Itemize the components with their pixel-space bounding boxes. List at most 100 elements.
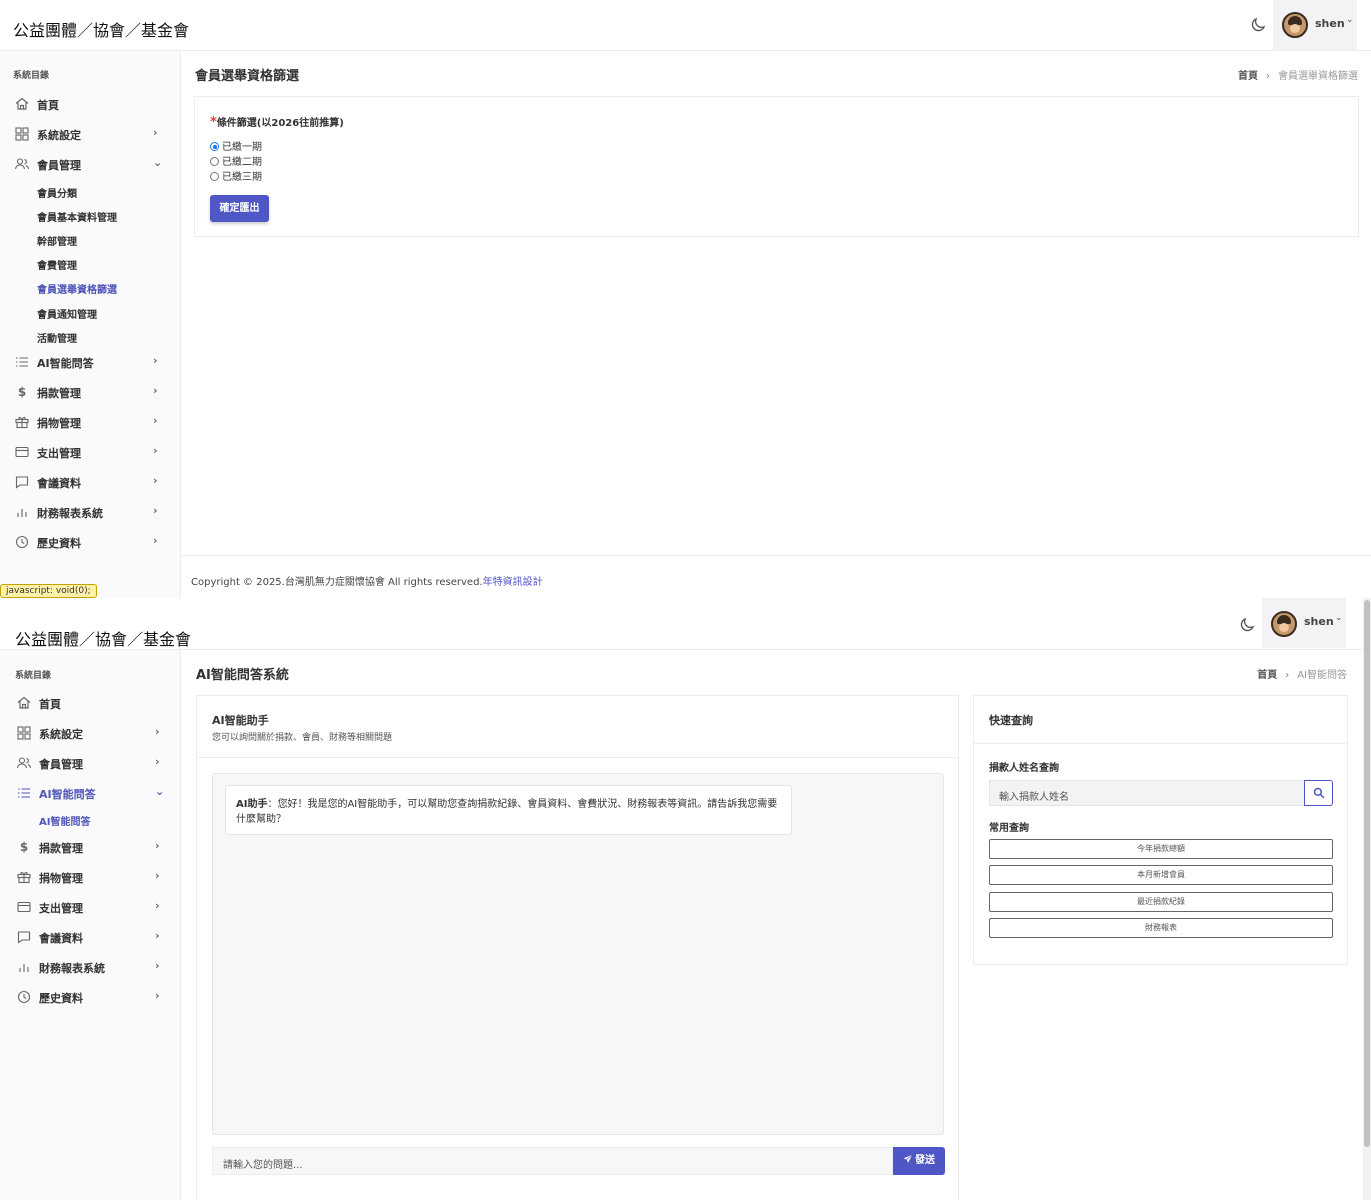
dark-mode-moon-icon[interactable] [1238, 616, 1256, 634]
chat-input[interactable]: 請輸入您的問題... [212, 1147, 893, 1175]
sidebar-item-expenses[interactable]: 支出管理 › [0, 895, 180, 919]
designer-link[interactable]: 年特資訊設計 [483, 577, 543, 588]
filter-card: *條件篩選(以2026往前推算) 已繳一期 已繳二期 已繳三期 確定匯出 [194, 96, 1359, 237]
radio-button-checked[interactable] [210, 142, 219, 151]
avatar [1282, 12, 1308, 38]
screen-member-election-filter: 公益團體／協會／基金會 shen ⌄ 系統目錄 首頁 系統設定 › 會員管理 ⌄… [0, 0, 1371, 598]
chat-message-area[interactable]: AI助手：您好！我是您的AI智能助手，可以幫助您查詢捐款紀錄、會員資料、會費狀況… [212, 773, 944, 1135]
card-icon [15, 446, 29, 458]
sidebar-item-label: 財務報表系統 [39, 962, 105, 975]
gift-icon [15, 416, 29, 429]
user-menu[interactable]: shen ⌄ [1262, 598, 1346, 648]
submenu-election-filter[interactable]: 會員選舉資格篩選 [37, 281, 117, 296]
breadcrumb-home[interactable]: 首頁 [1238, 71, 1258, 82]
user-menu[interactable]: shen ⌄ [1273, 0, 1357, 50]
quick-query-title: 快速查詢 [989, 714, 1033, 727]
breadcrumb-home[interactable]: 首頁 [1257, 670, 1277, 681]
grid-icon [17, 726, 31, 740]
breadcrumb-current: 會員選舉資格篩選 [1278, 71, 1358, 82]
site-brand[interactable]: 公益團體／協會／基金會 [15, 626, 191, 650]
sidebar: 系統目錄 首頁 系統設定 › 會員管理 › AI智能問答 ⌄ AI智能問答 $ … [0, 650, 181, 1200]
submenu-member-category[interactable]: 會員分類 [37, 185, 77, 200]
sidebar-item-ai-qa[interactable]: AI智能問答 › [0, 350, 180, 374]
chevron-right-icon: › [153, 354, 158, 367]
donor-search-button[interactable] [1304, 780, 1333, 806]
submenu-ai-qa[interactable]: AI智能問答 [39, 813, 90, 828]
sidebar-item-finance-reports[interactable]: 財務報表系統 › [0, 955, 180, 979]
ai-assistant-header: AI智能助手 您可以詢問關於捐款、會員、財務等相關問題 [197, 696, 958, 758]
sidebar-item-label: 財務報表系統 [37, 507, 103, 520]
footer: Copyright © 2025.台灣肌無力症關懷協會 All rights r… [181, 555, 1371, 598]
sidebar-item-members[interactable]: 會員管理 ⌄ [0, 152, 180, 176]
send-button[interactable]: 發送 [893, 1147, 945, 1175]
scrollbar-thumb[interactable] [1364, 600, 1370, 1147]
submenu-activity-management[interactable]: 活動管理 [37, 330, 77, 345]
sidebar-item-ai-qa[interactable]: AI智能問答 ⌄ [0, 781, 180, 805]
breadcrumb: 首頁 › AI智能問答 [1257, 666, 1347, 681]
ai-message-bubble: AI助手：您好！我是您的AI智能助手，可以幫助您查詢捐款紀錄、會員資料、會費狀況… [225, 785, 792, 835]
sidebar-item-goods-donations[interactable]: 捐物管理 › [0, 410, 180, 434]
ai-assistant-subtitle: 您可以詢問關於捐款、會員、財務等相關問題 [212, 733, 393, 743]
sidebar-item-settings[interactable]: 系統設定 › [0, 721, 180, 745]
query-financial-report-button[interactable]: 財務報表 [989, 918, 1333, 938]
radio-label: 已繳二期 [222, 157, 262, 168]
sidebar-item-label: 捐款管理 [39, 842, 83, 855]
radio-paid-one-period[interactable]: 已繳一期 [210, 138, 262, 153]
sidebar-item-meetings[interactable]: 會議資料 › [0, 470, 180, 494]
radio-label: 已繳三期 [222, 172, 262, 183]
card-icon [17, 901, 31, 913]
radio-button[interactable] [210, 157, 219, 166]
site-brand[interactable]: 公益團體／協會／基金會 [13, 17, 189, 41]
sidebar-item-home[interactable]: 首頁 [0, 92, 180, 116]
query-annual-donations-button[interactable]: 今年捐款總額 [989, 839, 1333, 859]
chevron-right-icon: › [155, 899, 160, 912]
home-icon [17, 696, 31, 709]
quick-query-card: 快速查詢 捐款人姓名查詢 輸入捐款人姓名 常用查詢 今年捐款總額 本月新增會員 … [973, 695, 1348, 965]
query-new-members-button[interactable]: 本月新增會員 [989, 865, 1333, 885]
sidebar-item-home[interactable]: 首頁 [0, 691, 180, 715]
dark-mode-moon-icon[interactable] [1249, 16, 1267, 34]
home-icon [15, 97, 29, 110]
chevron-right-icon: › [153, 534, 158, 547]
submenu-cadre-management[interactable]: 幹部管理 [37, 233, 77, 248]
sidebar-item-history[interactable]: 歷史資料 › [0, 530, 180, 554]
confirm-export-button[interactable]: 確定匯出 [210, 195, 269, 222]
quick-query-header: 快速查詢 [974, 696, 1347, 744]
scrollbar[interactable] [1363, 598, 1371, 1200]
sidebar-item-label: 支出管理 [37, 447, 81, 460]
radio-paid-two-periods[interactable]: 已繳二期 [210, 153, 262, 168]
users-icon [16, 757, 32, 769]
sidebar-item-label: 會員管理 [39, 758, 83, 771]
sidebar-item-expenses[interactable]: 支出管理 › [0, 440, 180, 464]
query-recent-donations-button[interactable]: 最近捐款紀錄 [989, 892, 1333, 912]
sidebar-item-label: 捐款管理 [37, 387, 81, 400]
sidebar-item-members[interactable]: 會員管理 › [0, 751, 180, 775]
list-icon [16, 357, 28, 367]
chevron-right-icon: › [153, 474, 158, 487]
required-mark: * [210, 115, 217, 130]
chevron-right-icon: › [155, 959, 160, 972]
send-label: 發送 [915, 1155, 935, 1166]
submenu-member-basic-data[interactable]: 會員基本資料管理 [37, 209, 117, 224]
grid-icon [15, 127, 29, 141]
sidebar-item-settings[interactable]: 系統設定 › [0, 122, 180, 146]
donor-name-input[interactable]: 輸入捐款人姓名 [989, 780, 1305, 806]
sidebar-item-goods-donations[interactable]: 捐物管理 › [0, 865, 180, 889]
sidebar-item-label: 系統設定 [37, 129, 81, 142]
sidebar-item-label: 會議資料 [37, 477, 81, 490]
sidebar-item-donations[interactable]: $ 捐款管理 › [0, 380, 180, 404]
sidebar-item-finance-reports[interactable]: 財務報表系統 › [0, 500, 180, 524]
sidebar-item-donations[interactable]: $ 捐款管理 › [0, 835, 180, 859]
sidebar-item-meetings[interactable]: 會議資料 › [0, 925, 180, 949]
sidebar: 系統目錄 首頁 系統設定 › 會員管理 ⌄ 會員分類 會員基本資料管理 幹部管理… [0, 51, 181, 598]
sidebar-item-history[interactable]: 歷史資料 › [0, 985, 180, 1009]
chevron-right-icon: › [153, 126, 158, 139]
radio-button[interactable] [210, 172, 219, 181]
dollar-icon: $ [19, 840, 29, 854]
copyright-label: Copyright © 2025.台灣肌無力症關懷協會 All rights r… [191, 577, 483, 588]
chevron-right-icon: › [155, 869, 160, 882]
submenu-member-notice[interactable]: 會員通知管理 [37, 306, 97, 321]
sidebar-item-label: 捐物管理 [39, 872, 83, 885]
radio-paid-three-periods[interactable]: 已繳三期 [210, 168, 262, 183]
submenu-dues-management[interactable]: 會費管理 [37, 257, 77, 272]
